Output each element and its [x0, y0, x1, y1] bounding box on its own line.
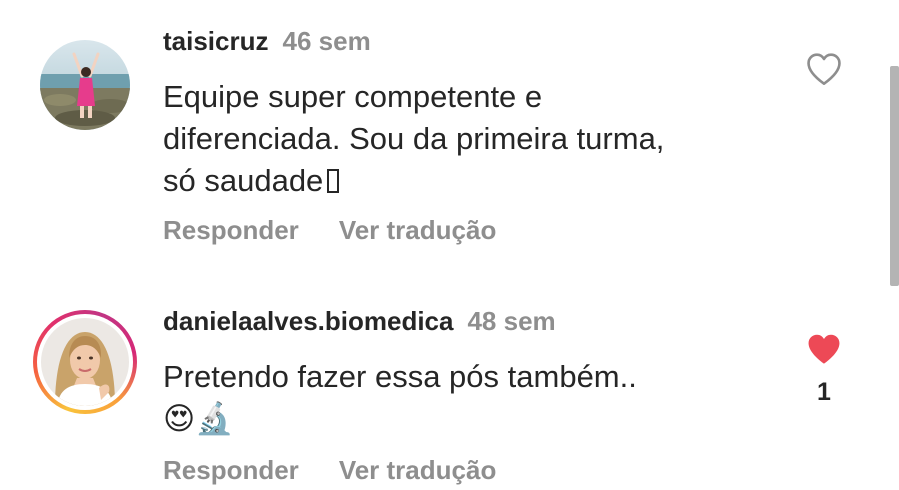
heart-filled-icon: [808, 334, 840, 364]
comment-item: taisicruz 46 sem Equipe super competente …: [0, 0, 880, 270]
scrollbar-thumb[interactable]: [890, 66, 899, 286]
comment-header: taisicruz 46 sem: [163, 26, 371, 56]
comment-text-body: Equipe super competente e diferenciada. …: [163, 79, 665, 198]
missing-glyph-icon: [327, 169, 340, 193]
heart-outline-icon: [807, 53, 841, 85]
reply-button[interactable]: Responder: [163, 455, 299, 485]
like-button[interactable]: [805, 52, 843, 86]
comment-text: Equipe super competente e diferenciada. …: [163, 76, 783, 202]
see-translation-button[interactable]: Ver tradução: [339, 455, 497, 485]
comment-time: 46 sem: [282, 26, 371, 56]
like-button[interactable]: 1: [805, 332, 843, 407]
avatar[interactable]: [41, 318, 129, 406]
comment-header: danielaalves.biomedica 48 sem: [163, 306, 556, 336]
avatar-image: [41, 318, 129, 406]
story-ring[interactable]: [33, 310, 137, 414]
comment-actions: Responder Ver tradução: [163, 455, 496, 485]
like-count: 1: [817, 378, 831, 406]
comment-text: Pretendo fazer essa pós também.. 😍🔬: [163, 356, 783, 440]
avatar[interactable]: [40, 40, 130, 130]
username[interactable]: danielaalves.biomedica: [163, 306, 453, 336]
comment-time: 48 sem: [467, 306, 556, 336]
comment-item: danielaalves.biomedica 48 sem Pretendo fa…: [0, 270, 880, 490]
comment-emojis: 😍🔬: [163, 401, 234, 436]
comment-text-body: Pretendo fazer essa pós também..: [163, 359, 637, 394]
username[interactable]: taisicruz: [163, 26, 269, 56]
avatar-image: [40, 40, 130, 130]
see-translation-button[interactable]: Ver tradução: [339, 215, 497, 245]
reply-button[interactable]: Responder: [163, 215, 299, 245]
comment-actions: Responder Ver tradução: [163, 215, 496, 245]
